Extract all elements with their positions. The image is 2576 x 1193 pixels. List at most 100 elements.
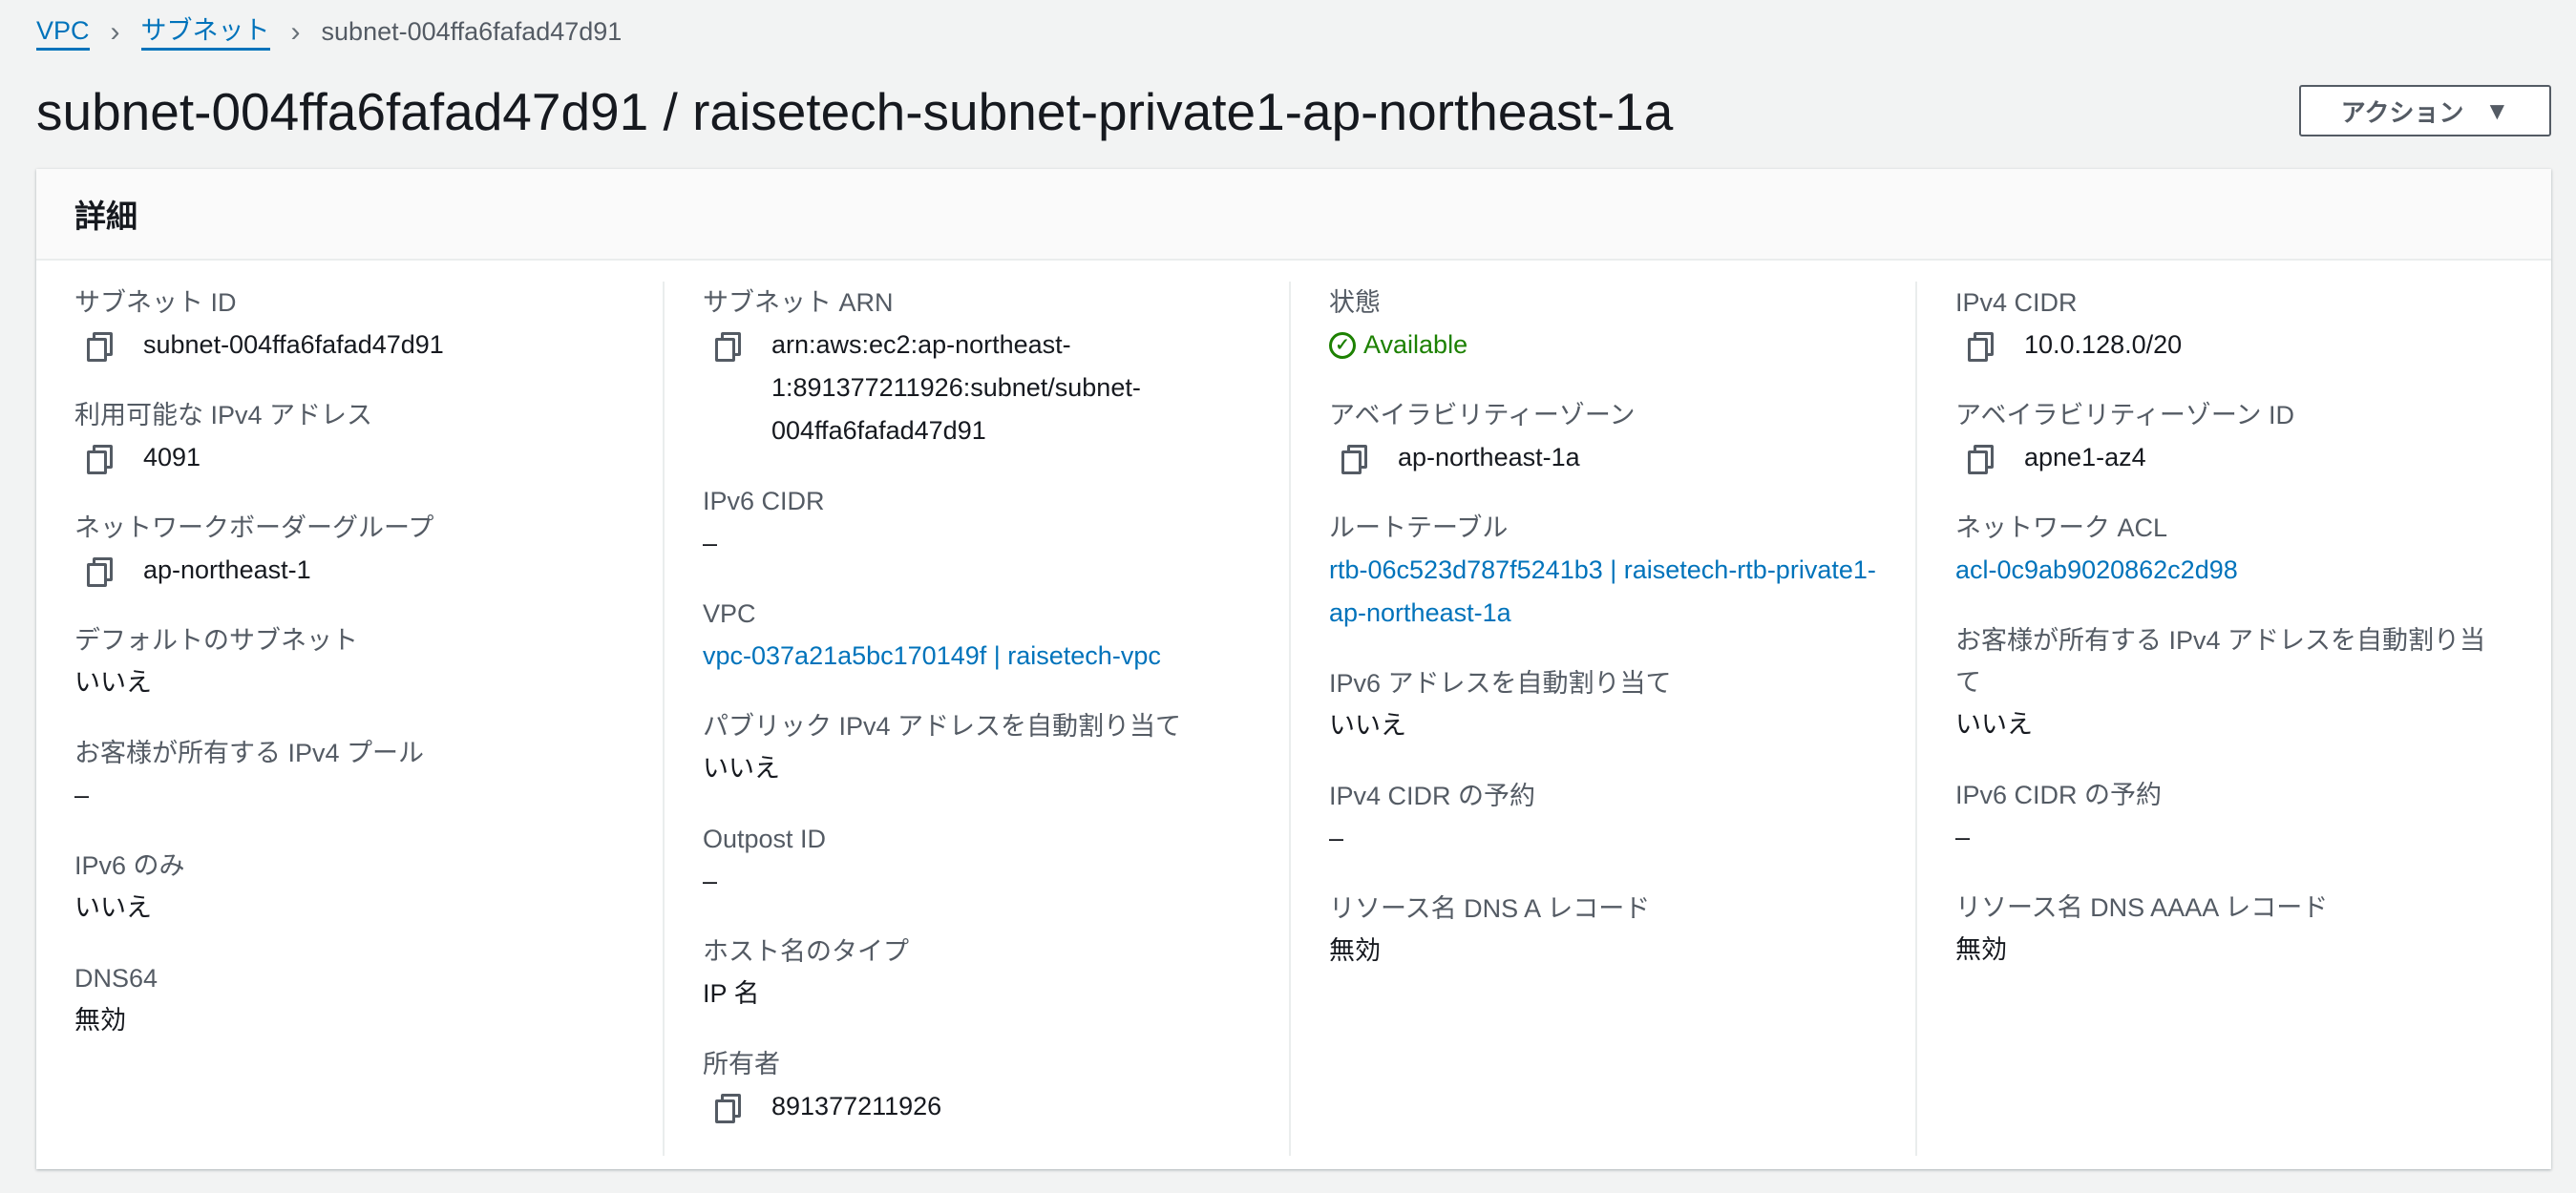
details-column: IPv4 CIDR 10.0.128.0/20 アベイラビリティーゾーン ID apn… bbox=[1915, 282, 2542, 1156]
field-value: いいえ bbox=[1329, 711, 1406, 740]
detail-field: IPv4 CIDR 10.0.128.0/20 bbox=[1955, 282, 2503, 366]
field-label: IPv4 CIDR bbox=[1955, 288, 2078, 317]
chevron-right-icon: › bbox=[110, 15, 120, 48]
field-label: リソース名 DNS A レコード bbox=[1329, 894, 1651, 923]
details-column: 状態 ✓ Available アベイラビリティーゾーン ap-northeast-1a ル… bbox=[1289, 282, 1915, 1156]
field-value: いいえ bbox=[74, 893, 152, 922]
field-value: 4091 bbox=[143, 443, 201, 471]
detail-field: VPC vpc-037a21a5bc170149f | raisetech-vpc bbox=[703, 593, 1251, 678]
field-link[interactable]: rtb-06c523d787f5241b3 | raisetech-rtb-pr… bbox=[1329, 549, 1877, 635]
detail-field: サブネット ID subnet-004ffa6fafad47d91 bbox=[74, 282, 624, 366]
field-label: 利用可能な IPv4 アドレス bbox=[74, 401, 373, 429]
detail-field: 利用可能な IPv4 アドレス 4091 bbox=[74, 394, 624, 479]
detail-field: お客様が所有する IPv4 プール – bbox=[74, 732, 624, 817]
field-value: 10.0.128.0/20 bbox=[2024, 330, 2183, 359]
field-value: 無効 bbox=[74, 1006, 126, 1035]
chevron-right-icon: › bbox=[290, 15, 301, 48]
detail-field: サブネット ARN arn:aws:ec2:ap-northeast-1:8913… bbox=[703, 282, 1251, 452]
copy-icon[interactable] bbox=[712, 324, 741, 366]
field-label: VPC bbox=[703, 599, 756, 628]
field-value: subnet-004ffa6fafad47d91 bbox=[143, 330, 444, 359]
detail-field: お客様が所有する IPv4 アドレスを自動割り当て いいえ bbox=[1955, 619, 2503, 746]
field-label: Outpost ID bbox=[703, 825, 827, 853]
field-value: いいえ bbox=[74, 668, 152, 697]
detail-field: ホスト名のタイプ IP 名 bbox=[703, 931, 1251, 1015]
field-label: デフォルトのサブネット bbox=[74, 626, 358, 655]
detail-field: IPv6 アドレスを自動割り当て いいえ bbox=[1329, 662, 1877, 747]
field-label: アベイラビリティーゾーン bbox=[1329, 401, 1636, 429]
detail-field: ルートテーブル rtb-06c523d787f5241b3 | raisetech… bbox=[1329, 507, 1877, 635]
breadcrumb-current: subnet-004ffa6fafad47d91 bbox=[321, 17, 623, 46]
field-label: リソース名 DNS AAAA レコード bbox=[1955, 893, 2329, 922]
field-label: IPv6 のみ bbox=[74, 851, 185, 880]
field-value: 無効 bbox=[1329, 936, 1381, 965]
details-column: サブネット ARN arn:aws:ec2:ap-northeast-1:8913… bbox=[663, 282, 1289, 1156]
field-value: Available bbox=[1363, 330, 1468, 359]
detail-field: ネットワークボーダーグループ ap-northeast-1 bbox=[74, 507, 624, 592]
caret-down-icon: ▼ bbox=[2484, 95, 2510, 125]
field-label: ルートテーブル bbox=[1329, 513, 1509, 542]
field-label: 所有者 bbox=[703, 1050, 780, 1078]
detail-field: アベイラビリティーゾーン ap-northeast-1a bbox=[1329, 394, 1877, 479]
field-label: アベイラビリティーゾーン ID bbox=[1955, 401, 2294, 429]
breadcrumb-vpc[interactable]: VPC bbox=[36, 13, 90, 51]
field-value: 891377211926 bbox=[771, 1092, 942, 1120]
field-label: IPv6 アドレスを自動割り当て bbox=[1329, 669, 1672, 698]
field-link[interactable]: vpc-037a21a5bc170149f | raisetech-vpc bbox=[703, 635, 1161, 678]
copy-icon[interactable] bbox=[84, 324, 113, 366]
copy-icon[interactable] bbox=[1339, 436, 1367, 479]
field-label: ホスト名のタイプ bbox=[703, 937, 909, 966]
field-label: IPv4 CIDR の予約 bbox=[1329, 782, 1536, 810]
detail-field: リソース名 DNS AAAA レコード 無効 bbox=[1955, 887, 2503, 972]
breadcrumb: VPC › サブネット › subnet-004ffa6fafad47d91 bbox=[36, 13, 622, 51]
field-value: ap-northeast-1 bbox=[143, 555, 311, 584]
field-value: arn:aws:ec2:ap-northeast-1:891377211926:… bbox=[771, 330, 1141, 445]
field-link[interactable]: acl-0c9ab9020862c2d98 bbox=[1955, 549, 2238, 592]
copy-icon[interactable] bbox=[84, 436, 113, 479]
detail-field: IPv6 のみ いいえ bbox=[74, 845, 624, 930]
field-value: 無効 bbox=[1955, 935, 2007, 964]
page-title: subnet-004ffa6fafad47d91 / raisetech-sub… bbox=[36, 82, 1674, 141]
detail-field: ネットワーク ACL acl-0c9ab9020862c2d98 bbox=[1955, 507, 2503, 592]
field-label: サブネット ID bbox=[74, 288, 237, 317]
field-value: いいえ bbox=[703, 754, 780, 783]
detail-field: Outpost ID – bbox=[703, 818, 1251, 903]
check-circle-icon: ✓ bbox=[1329, 331, 1356, 359]
actions-button[interactable]: アクション ▼ bbox=[2299, 85, 2551, 136]
field-label: サブネット ARN bbox=[703, 288, 894, 317]
details-columns: サブネット ID subnet-004ffa6fafad47d91 利用可能な IP… bbox=[36, 261, 2551, 1156]
detail-field: DNS64 無効 bbox=[74, 957, 624, 1042]
detail-field: デフォルトのサブネット いいえ bbox=[74, 619, 624, 704]
panel-title: 詳細 bbox=[36, 169, 2551, 261]
field-label: IPv6 CIDR bbox=[703, 487, 825, 515]
detail-field: リソース名 DNS A レコード 無効 bbox=[1329, 888, 1877, 973]
field-label: 状態 bbox=[1329, 288, 1381, 317]
field-label: パブリック IPv4 アドレスを自動割り当て bbox=[703, 712, 1182, 741]
field-value: – bbox=[1955, 823, 1971, 851]
detail-field: IPv6 CIDR – bbox=[703, 480, 1251, 565]
detail-field: 状態 ✓ Available bbox=[1329, 282, 1877, 366]
breadcrumb-subnets[interactable]: サブネット bbox=[140, 13, 270, 51]
copy-icon[interactable] bbox=[1965, 324, 1994, 366]
details-column: サブネット ID subnet-004ffa6fafad47d91 利用可能な IP… bbox=[36, 282, 663, 1156]
field-value: – bbox=[1329, 824, 1344, 852]
field-label: IPv6 CIDR の予約 bbox=[1955, 781, 2163, 809]
field-value: – bbox=[74, 781, 90, 809]
copy-icon[interactable] bbox=[84, 549, 113, 592]
actions-label: アクション bbox=[2340, 97, 2464, 127]
details-panel: 詳細 サブネット ID subnet-004ffa6fafad47d91 利用可能な… bbox=[36, 169, 2551, 1169]
field-value: – bbox=[703, 529, 718, 557]
detail-field: パブリック IPv4 アドレスを自動割り当て いいえ bbox=[703, 705, 1251, 790]
copy-icon[interactable] bbox=[712, 1085, 741, 1128]
detail-field: IPv4 CIDR の予約 – bbox=[1329, 775, 1877, 860]
field-value: ap-northeast-1a bbox=[1398, 443, 1580, 471]
status-badge: ✓ Available bbox=[1329, 324, 1467, 366]
field-label: ネットワーク ACL bbox=[1955, 513, 2168, 542]
field-label: DNS64 bbox=[74, 964, 158, 993]
field-value: – bbox=[703, 867, 718, 895]
field-value: IP 名 bbox=[703, 979, 760, 1008]
field-label: ネットワークボーダーグループ bbox=[74, 513, 434, 542]
field-value: apne1-az4 bbox=[2024, 443, 2146, 471]
field-value: いいえ bbox=[1955, 710, 2033, 739]
copy-icon[interactable] bbox=[1965, 436, 1994, 479]
